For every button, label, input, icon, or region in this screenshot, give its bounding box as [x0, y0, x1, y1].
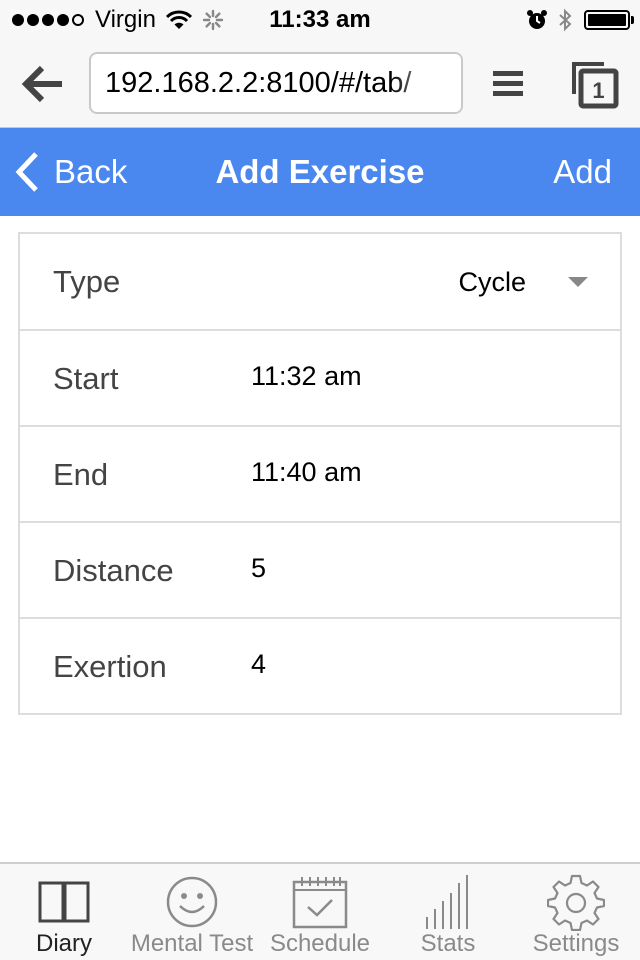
start-input[interactable]: 11:32 am — [251, 331, 362, 421]
add-button[interactable]: Add — [553, 128, 612, 216]
tab-label: Stats — [420, 930, 476, 957]
type-select[interactable]: Cycle — [458, 234, 588, 330]
smiley-icon — [166, 876, 218, 928]
tab-label: Settings — [532, 930, 620, 957]
browser-back-icon[interactable] — [20, 64, 68, 104]
tab-bar: Diary Mental Test Schedule Stats Setting… — [0, 862, 640, 960]
tab-mental-test[interactable]: Mental Test — [128, 864, 256, 960]
tab-settings[interactable]: Settings — [512, 864, 640, 960]
distance-input[interactable]: 5 — [251, 523, 266, 613]
start-label: Start — [53, 361, 119, 396]
tab-schedule[interactable]: Schedule — [256, 864, 384, 960]
gear-icon — [547, 874, 605, 931]
back-label: Back — [54, 153, 128, 190]
start-row[interactable]: Start 11:32 am — [20, 329, 620, 425]
distance-row[interactable]: Distance 5 — [20, 521, 620, 617]
back-button[interactable]: Back — [14, 128, 127, 216]
chevron-left-icon — [15, 152, 38, 192]
tab-label: Mental Test — [130, 930, 254, 957]
tab-stats[interactable]: Stats — [384, 864, 512, 960]
type-row[interactable]: Type Cycle — [20, 234, 620, 329]
calendar-icon — [292, 877, 348, 929]
battery-icon — [584, 10, 634, 30]
end-label: End — [53, 457, 109, 492]
bluetooth-icon — [559, 8, 572, 32]
tab-count: 1 — [592, 78, 604, 103]
distance-label: Distance — [53, 553, 174, 588]
url-field[interactable]: 192.168.2.2:8100/#/tab/ — [89, 52, 463, 114]
status-bar: Virgin 11:33 am — [0, 0, 640, 40]
tab-diary[interactable]: Diary — [0, 864, 128, 960]
exercise-form: Type Cycle Start 11:32 am End 11:40 am D… — [18, 232, 622, 715]
type-value: Cycle — [458, 266, 526, 297]
caret-down-icon — [568, 277, 588, 287]
exertion-row[interactable]: Exertion 4 — [20, 617, 620, 713]
end-input[interactable]: 11:40 am — [251, 427, 362, 517]
menu-icon[interactable] — [490, 66, 526, 102]
type-label: Type — [53, 264, 121, 299]
tabs-icon: 1 — [572, 62, 619, 109]
book-icon — [38, 881, 90, 923]
end-row[interactable]: End 11:40 am — [20, 425, 620, 521]
exertion-input[interactable]: 4 — [251, 619, 266, 709]
alarm-icon — [527, 10, 547, 29]
app-header: Back Add Exercise Add — [0, 128, 640, 216]
url-text: 192.168.2.2:8100/#/tab/ — [105, 67, 412, 99]
browser-toolbar: 192.168.2.2:8100/#/tab/ 1 — [0, 40, 640, 128]
tab-label: Schedule — [269, 930, 371, 957]
status-right — [526, 6, 634, 34]
bar-chart-icon — [426, 875, 468, 929]
exertion-label: Exertion — [53, 649, 167, 684]
browser-tabs-button[interactable]: 1 — [570, 60, 620, 110]
